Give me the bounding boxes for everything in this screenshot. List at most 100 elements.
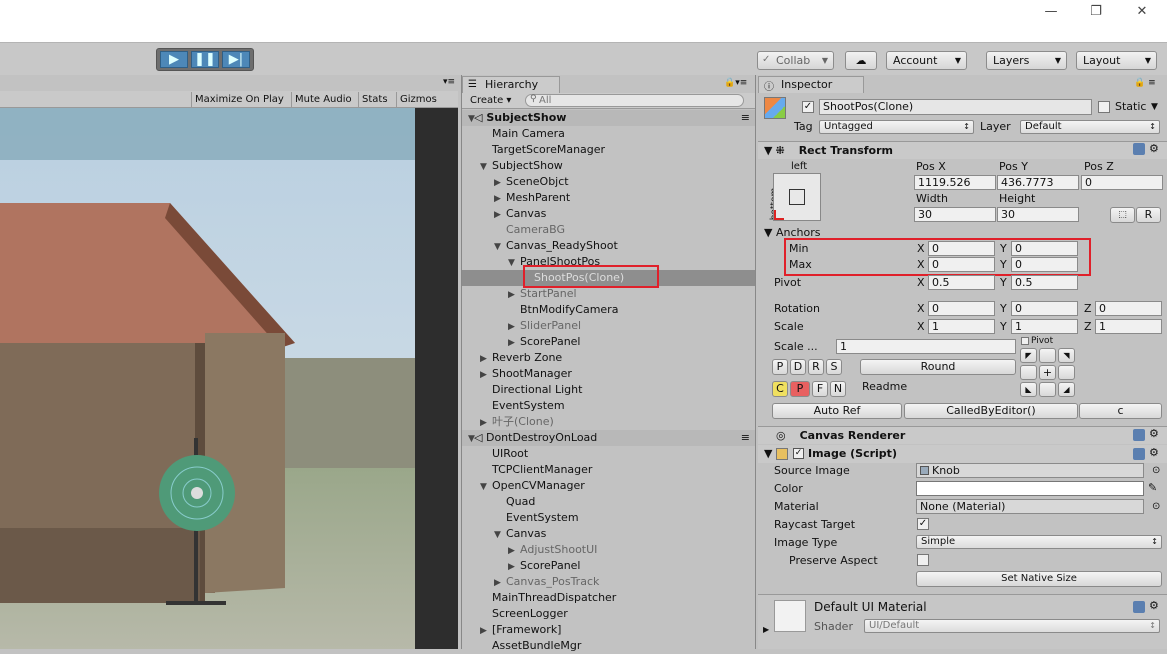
align-bottom-right-icon[interactable]: ◢ xyxy=(1058,382,1075,397)
list-item[interactable]: ▼ OpenCVManager xyxy=(462,478,755,494)
list-item[interactable]: TCPClientManager xyxy=(462,462,755,478)
scene-menu-icon[interactable]: ≡ xyxy=(741,110,750,126)
stats-toggle[interactable]: Stats xyxy=(358,92,391,107)
lock-icon[interactable]: 🔒 ≡ xyxy=(1134,78,1156,88)
list-item[interactable]: ▶ ShootManager xyxy=(462,366,755,382)
layers-button[interactable]: Layers ▼ xyxy=(986,51,1067,70)
canvas-renderer-header[interactable]: ◎ Canvas Renderer xyxy=(758,426,1167,444)
scale-tool-field[interactable]: 1 xyxy=(836,339,1016,354)
rot-x-field[interactable]: 0 xyxy=(928,301,995,316)
gizmos-dropdown[interactable]: Gizmos xyxy=(396,92,440,107)
n-button[interactable]: N xyxy=(830,381,846,397)
align-right-icon[interactable] xyxy=(1058,365,1075,380)
list-item[interactable]: ▶ AdjustShootUI xyxy=(462,542,755,558)
set-native-size-button[interactable]: Set Native Size xyxy=(916,571,1162,587)
list-item[interactable]: ▶ SliderPanel xyxy=(462,318,755,334)
align-center-button[interactable]: + xyxy=(1039,365,1056,380)
scene-menu-icon[interactable]: ≡ xyxy=(741,430,750,446)
minimize-icon[interactable]: — xyxy=(1036,2,1066,22)
posz-field[interactable]: 0 xyxy=(1081,175,1163,190)
tag-dropdown[interactable]: Untagged xyxy=(819,120,974,134)
rot-z-field[interactable]: 0 xyxy=(1095,301,1162,316)
pivot-y-field[interactable]: 0.5 xyxy=(1011,275,1078,290)
list-item[interactable]: UIRoot xyxy=(462,446,755,462)
s-button[interactable]: S xyxy=(826,359,842,375)
list-item[interactable]: ▼ Canvas_ReadyShoot xyxy=(462,238,755,254)
rot-y-field[interactable]: 0 xyxy=(1011,301,1078,316)
align-top-right-icon[interactable]: ◥ xyxy=(1058,348,1075,363)
lock-icon[interactable]: 🔒▾≡ xyxy=(724,78,747,88)
align-top-icon[interactable] xyxy=(1039,348,1056,363)
restore-icon[interactable]: ❐ xyxy=(1081,2,1111,22)
width-field[interactable]: 30 xyxy=(914,207,996,222)
active-checkbox[interactable]: ✓ xyxy=(802,101,814,113)
list-item[interactable]: ▶ 叶子(Clone) xyxy=(462,414,755,430)
list-item[interactable]: ▶ SceneObjct xyxy=(462,174,755,190)
c-small-button[interactable]: c xyxy=(1079,403,1162,419)
help-icon[interactable] xyxy=(1133,143,1145,155)
list-item[interactable]: ▶ StartPanel xyxy=(462,286,755,302)
account-button[interactable]: Account ▼ xyxy=(886,51,967,70)
list-item[interactable]: ▼ Canvas xyxy=(462,526,755,542)
list-item[interactable]: EventSystem xyxy=(462,510,755,526)
color-swatch[interactable] xyxy=(916,481,1144,496)
round-button[interactable]: Round xyxy=(860,359,1016,375)
list-item[interactable]: ▶ ScorePanel xyxy=(462,334,755,350)
image-type-dropdown[interactable]: Simple xyxy=(916,535,1162,549)
game-viewport[interactable] xyxy=(0,108,415,649)
list-item[interactable]: AssetBundleMgr xyxy=(462,638,755,654)
blueprint-button[interactable]: ⬚ xyxy=(1110,207,1135,223)
list-item[interactable]: MainThreadDispatcher xyxy=(462,590,755,606)
r-button[interactable]: R xyxy=(808,359,824,375)
anchor-presets-button[interactable] xyxy=(773,173,821,221)
image-script-header[interactable]: ▼ ✓ Image (Script) xyxy=(758,445,1167,463)
help-icon[interactable] xyxy=(1133,448,1145,460)
list-item[interactable]: BtnModifyCamera xyxy=(462,302,755,318)
scene-row-subjectshow[interactable]: ▼◁ SubjectShow ≡ xyxy=(462,110,755,126)
align-left-icon[interactable] xyxy=(1020,365,1037,380)
list-item[interactable]: EventSystem xyxy=(462,398,755,414)
gear-icon[interactable]: ⚙ xyxy=(1149,142,1159,155)
posy-field[interactable]: 436.7773 xyxy=(997,175,1079,190)
layout-button[interactable]: Layout ▼ xyxy=(1076,51,1157,70)
menu-icon[interactable]: ▾≡ xyxy=(443,77,455,87)
raw-edit-button[interactable]: R xyxy=(1136,207,1161,223)
scale-y-field[interactable]: 1 xyxy=(1011,319,1078,334)
object-picker-icon[interactable]: ⊙ xyxy=(1152,464,1160,478)
list-item[interactable]: ▶ [Framework] xyxy=(462,622,755,638)
height-field[interactable]: 30 xyxy=(997,207,1079,222)
object-picker-icon[interactable]: ⊙ xyxy=(1152,500,1160,514)
material-field[interactable]: None (Material) xyxy=(916,499,1144,514)
called-by-editor-button[interactable]: CalledByEditor() xyxy=(904,403,1078,419)
align-bottom-icon[interactable] xyxy=(1039,382,1056,397)
help-icon[interactable] xyxy=(1133,601,1145,613)
list-item[interactable]: ▼ SubjectShow xyxy=(462,158,755,174)
list-item[interactable]: Directional Light xyxy=(462,382,755,398)
align-top-left-icon[interactable]: ◤ xyxy=(1020,348,1037,363)
list-item[interactable]: ▶ Reverb Zone xyxy=(462,350,755,366)
gear-icon[interactable]: ⚙ xyxy=(1149,599,1159,612)
list-item[interactable]: Quad xyxy=(462,494,755,510)
pivot-checkbox[interactable] xyxy=(1021,337,1029,345)
gear-icon[interactable]: ⚙ xyxy=(1149,427,1159,440)
p-button[interactable]: P xyxy=(772,359,788,375)
gear-icon[interactable]: ⚙ xyxy=(1149,446,1159,459)
step-icon[interactable]: ▶| xyxy=(222,51,250,68)
f-button[interactable]: F xyxy=(812,381,828,397)
posx-field[interactable]: 1119.526 xyxy=(914,175,996,190)
list-item[interactable]: CameraBG xyxy=(462,222,755,238)
pivot-x-field[interactable]: 0.5 xyxy=(928,275,995,290)
p2-button[interactable]: P xyxy=(790,381,810,397)
hierarchy-search-input[interactable]: All xyxy=(525,94,744,107)
shader-dropdown[interactable]: UI/Default xyxy=(864,619,1160,633)
raycast-checkbox[interactable]: ✓ xyxy=(917,518,929,530)
align-bottom-left-icon[interactable]: ◣ xyxy=(1020,382,1037,397)
cloud-button[interactable]: ☁ xyxy=(845,51,877,70)
chevron-down-icon[interactable]: ▼ xyxy=(1151,100,1158,114)
scale-z-field[interactable]: 1 xyxy=(1095,319,1162,334)
help-icon[interactable] xyxy=(1133,429,1145,441)
list-item[interactable]: ▶ MeshParent xyxy=(462,190,755,206)
c-button[interactable]: C xyxy=(772,381,788,397)
enabled-checkbox[interactable]: ✓ xyxy=(793,448,804,459)
chevron-right-icon[interactable]: ▶ xyxy=(763,623,769,637)
